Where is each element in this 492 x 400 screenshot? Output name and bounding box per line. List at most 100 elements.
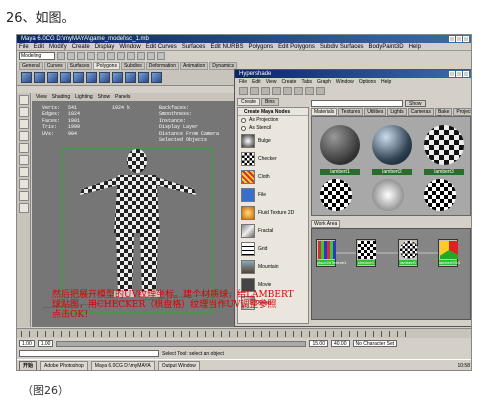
poly-cone-icon[interactable] — [60, 72, 71, 83]
last-tool-icon[interactable] — [18, 167, 29, 177]
range-end-field[interactable]: 15.00 — [309, 340, 328, 347]
maximize-button[interactable] — [456, 36, 462, 42]
tab-projects[interactable]: Projects — [453, 108, 471, 116]
poly-mirror-icon[interactable] — [151, 72, 162, 83]
node-checker[interactable]: Checker — [238, 150, 308, 168]
start-button[interactable]: 开始 — [19, 361, 38, 370]
range-bar[interactable] — [56, 340, 307, 347]
rotate-tool-icon[interactable] — [18, 131, 29, 141]
single-pane-icon[interactable] — [18, 179, 29, 189]
work-node-lambert3sg[interactable]: lambert3SG — [438, 239, 460, 267]
show-top-tabs-icon[interactable] — [250, 87, 259, 95]
shelf-tab-dynamics[interactable]: Dynamics — [209, 62, 238, 70]
as-stencil-option[interactable]: As Stencil — [238, 124, 308, 132]
lambert3-swatch[interactable] — [424, 125, 464, 165]
hs-menu-view[interactable]: View — [266, 78, 277, 86]
node-bulge[interactable]: Bulge — [238, 132, 308, 150]
select-tool-icon[interactable] — [18, 95, 29, 105]
hs-close-button[interactable] — [463, 71, 469, 77]
hs-menu-options[interactable]: Options — [359, 78, 376, 86]
menu-subdiv[interactable]: Subdiv Surfaces — [320, 43, 364, 50]
hs-menu-edit[interactable]: Edit — [252, 78, 261, 86]
hs-menu-tabs[interactable]: Tabs — [301, 78, 312, 86]
menu-edit-nurbs[interactable]: Edit NURBS — [210, 43, 243, 50]
show-both-tabs-icon[interactable] — [272, 87, 281, 95]
node-fluid-texture-2d[interactable]: Fluid Texture 2D — [238, 204, 308, 222]
new-scene-icon[interactable] — [57, 52, 65, 60]
save-scene-icon[interactable] — [77, 52, 85, 60]
shelf-tab-subdivs[interactable]: Subdivs — [120, 62, 145, 70]
poly-merge-icon[interactable] — [125, 72, 136, 83]
output-connections-icon[interactable] — [316, 87, 325, 95]
snap-grid-icon[interactable] — [117, 52, 125, 60]
menu-display[interactable]: Display — [95, 43, 115, 50]
poly-smooth-icon[interactable] — [138, 72, 149, 83]
minimize-button[interactable] — [449, 36, 455, 42]
tab-textures[interactable]: Textures — [338, 108, 364, 116]
hs-maximize-button[interactable] — [456, 71, 462, 77]
select-hierarchy-icon[interactable] — [87, 52, 95, 60]
taskbar-output-window[interactable]: Output Window — [157, 361, 200, 370]
shelf-tab-deformation[interactable]: Deformation — [145, 62, 179, 70]
work-node-checker[interactable]: checker1 — [356, 239, 376, 267]
checker-preview-swatch[interactable] — [320, 179, 352, 211]
character-set-selector[interactable]: No Character Set — [352, 340, 398, 347]
hs-menu-graph[interactable]: Graph — [317, 78, 331, 86]
checker-preview-swatch-2[interactable] — [424, 179, 456, 211]
poly-cylinder-icon[interactable] — [47, 72, 58, 83]
snap-point-icon[interactable] — [137, 52, 145, 60]
move-tool-icon[interactable] — [18, 119, 29, 129]
tab-bins[interactable]: Bins — [261, 98, 279, 106]
hs-menu-help[interactable]: Help — [381, 78, 391, 86]
create-maya-nodes-header[interactable]: Create Maya Nodes — [238, 108, 308, 116]
taskbar-photoshop[interactable]: Adobe Photoshop — [40, 361, 88, 370]
menu-polygons[interactable]: Polygons — [248, 43, 273, 50]
hs-menu-window[interactable]: Window — [336, 78, 354, 86]
clear-graph-icon[interactable] — [283, 87, 292, 95]
poly-plane-icon[interactable] — [73, 72, 84, 83]
time-slider[interactable] — [17, 328, 471, 338]
light-preview-swatch[interactable] — [372, 179, 404, 211]
work-node-lambert3[interactable]: lambert3 — [398, 239, 418, 267]
hs-menu-file[interactable]: File — [239, 78, 247, 86]
ipr-render-icon[interactable] — [157, 52, 165, 60]
command-input[interactable] — [19, 350, 159, 357]
lasso-tool-icon[interactable] — [18, 107, 29, 117]
menu-modify[interactable]: Modify — [49, 43, 67, 50]
toggle-create-bar-icon[interactable] — [239, 87, 248, 95]
render-icon[interactable] — [147, 52, 155, 60]
input-connections-icon[interactable] — [305, 87, 314, 95]
menu-file[interactable]: File — [19, 43, 29, 50]
menu-surfaces[interactable]: Surfaces — [182, 43, 206, 50]
poly-sphere-icon[interactable] — [34, 72, 45, 83]
taskbar-maya[interactable]: Maya 6.0CG D:\myMAYA — [90, 361, 155, 370]
tab-bake-sets[interactable]: Bake Sets — [434, 108, 453, 121]
snap-curve-icon[interactable] — [127, 52, 135, 60]
node-fractal[interactable]: Fractal — [238, 222, 308, 240]
poly-split-icon[interactable] — [112, 72, 123, 83]
lambert2-swatch[interactable] — [372, 125, 412, 165]
as-projection-option[interactable]: As Projection — [238, 116, 308, 124]
shelf-tab-animation[interactable]: Animation — [179, 62, 209, 70]
select-object-icon[interactable] — [97, 52, 105, 60]
menu-edit-polygons[interactable]: Edit Polygons — [278, 43, 315, 50]
tab-utilities[interactable]: Utilities — [364, 108, 387, 116]
select-component-icon[interactable] — [107, 52, 115, 60]
menu-edit-curves[interactable]: Edit Curves — [146, 43, 177, 50]
tab-lights[interactable]: Lights — [387, 108, 407, 116]
close-button[interactable] — [463, 36, 469, 42]
shelf-tab-polygons[interactable]: Polygons — [93, 62, 120, 70]
menu-create[interactable]: Create — [72, 43, 90, 50]
node-cloth[interactable]: Cloth — [238, 168, 308, 186]
range-end2-field[interactable]: 40.00 — [330, 340, 350, 347]
tab-work-area[interactable]: Work Area — [311, 220, 341, 228]
menu-window[interactable]: Window — [119, 43, 140, 50]
show-bottom-tabs-icon[interactable] — [261, 87, 270, 95]
menu-bodypaint[interactable]: BodyPaint3D — [369, 43, 404, 50]
manipulator-tool-icon[interactable] — [18, 155, 29, 165]
tab-cameras[interactable]: Cameras — [407, 108, 434, 116]
node-grid[interactable]: Grid — [238, 240, 308, 258]
menu-edit[interactable]: Edit — [34, 43, 44, 50]
hs-minimize-button[interactable] — [449, 71, 455, 77]
lambert1-swatch[interactable] — [320, 125, 360, 165]
